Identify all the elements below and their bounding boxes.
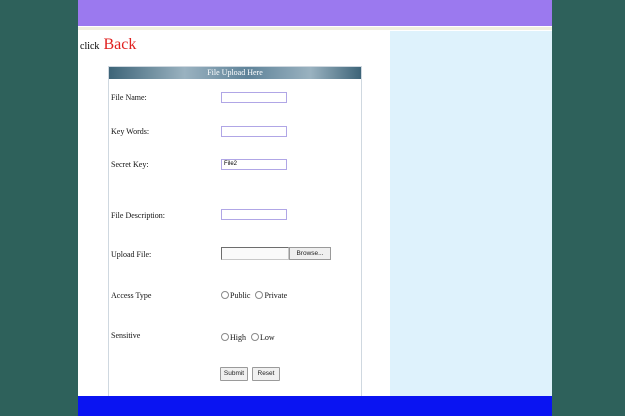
sensitive-label: Sensitive — [111, 331, 141, 340]
private-radio[interactable] — [255, 291, 264, 299]
low-radio-label: Low — [260, 333, 275, 342]
back-prefix-text: click — [80, 41, 100, 52]
file-description-label: File Description: — [111, 211, 165, 220]
file-description-input[interactable] — [221, 209, 287, 220]
submit-button[interactable]: Submit — [220, 367, 248, 381]
private-radio-label: Private — [264, 291, 288, 300]
access-type-options: Public Private — [221, 291, 290, 300]
secret-key-label: Secret Key: — [111, 160, 149, 169]
sensitive-options: High Low — [221, 333, 278, 342]
header-banner — [78, 0, 552, 26]
header-divider — [78, 27, 552, 30]
public-radio-label: Public — [230, 291, 251, 300]
upload-file-path-field[interactable] — [221, 247, 289, 260]
key-words-input[interactable] — [221, 126, 287, 137]
file-name-label: File Name: — [111, 93, 147, 102]
file-upload-form: File Upload Here File Name: Key Words: S… — [108, 66, 362, 398]
form-title: File Upload Here — [109, 67, 361, 79]
reset-button[interactable]: Reset — [252, 367, 280, 381]
file-name-input[interactable] — [221, 92, 287, 103]
back-navigation: click Back — [80, 36, 136, 54]
back-link[interactable]: Back — [103, 36, 136, 53]
low-radio[interactable] — [251, 333, 259, 341]
footer-banner — [78, 396, 552, 416]
side-panel — [390, 31, 552, 396]
access-type-label: Access Type — [111, 291, 152, 300]
key-words-label: Key Words: — [111, 127, 150, 136]
high-radio-label: High — [230, 333, 246, 342]
secret-key-input[interactable]: File2 — [221, 159, 287, 170]
browse-button[interactable]: Browse... — [289, 247, 331, 260]
page-container: click Back File Upload Here File Name: K… — [78, 0, 552, 416]
upload-file-label: Upload File: — [111, 250, 152, 259]
public-radio[interactable] — [221, 291, 229, 299]
high-radio[interactable] — [221, 333, 229, 341]
